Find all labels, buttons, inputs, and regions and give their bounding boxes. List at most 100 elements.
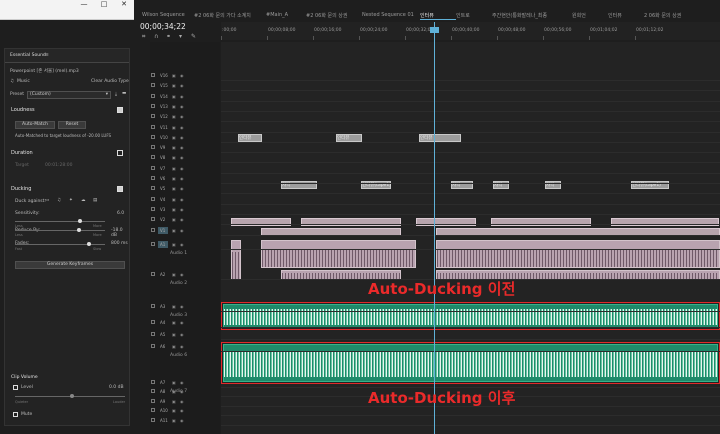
lock-icon[interactable] (151, 344, 155, 348)
wrench-icon[interactable]: ✎ (191, 33, 196, 40)
tab-sequence[interactable]: 주간현안(통화발레나_최종 (492, 12, 547, 19)
reset-button[interactable]: Reset (58, 121, 86, 129)
preset-select[interactable]: (Custom) ▾ (27, 91, 111, 99)
lock-icon[interactable] (151, 73, 155, 77)
sync-lock-icon[interactable]: ▣ (172, 135, 176, 140)
dialogue-icon[interactable]: ▭ (45, 198, 49, 203)
sync-lock-icon[interactable]: ▣ (172, 186, 176, 191)
eye-icon[interactable]: ◉ (180, 94, 184, 99)
sync-lock-icon[interactable]: ▣ (172, 332, 176, 337)
snap-icon[interactable]: ⌗ (142, 33, 145, 41)
close-button[interactable]: ✕ (114, 0, 134, 8)
video-clip[interactable]: 인터뷰 (336, 134, 362, 142)
track-header[interactable]: V12 ▣ ◉ (150, 112, 220, 121)
audio-clip[interactable] (231, 240, 241, 280)
duration-checkbox[interactable] (117, 150, 123, 156)
lock-icon[interactable] (151, 155, 155, 160)
sync-lock-icon[interactable]: ▣ (172, 166, 176, 171)
eye-icon[interactable]: ◉ (180, 135, 184, 140)
track-header[interactable]: A5 ▣ ◉ (150, 330, 220, 339)
lock-icon[interactable] (151, 399, 155, 403)
track-header[interactable]: V7 ▣ ◉ (150, 164, 220, 173)
lock-icon[interactable] (151, 206, 155, 211)
sync-lock-icon[interactable]: ▣ (172, 73, 176, 78)
track-header[interactable]: V16 ▣ ◉ (150, 71, 220, 80)
lock-icon[interactable] (151, 320, 155, 324)
eye-icon[interactable]: ◉ (180, 272, 184, 277)
tab-sequence[interactable]: #2 06화 문의 가다 소계치 (194, 12, 251, 19)
lock-icon[interactable] (151, 165, 155, 170)
music-duck-icon[interactable]: ♫ (57, 198, 61, 203)
track-header[interactable]: V6 ▣ ◉ (150, 174, 220, 183)
track-header[interactable]: A4 ▣ ◉ (150, 318, 220, 327)
sync-lock-icon[interactable]: ▣ (172, 155, 176, 160)
lock-icon[interactable] (151, 145, 155, 150)
sync-lock-icon[interactable]: ▣ (172, 272, 176, 277)
video-clip[interactable]: 인터뷰 (419, 134, 461, 142)
lock-icon[interactable] (151, 217, 155, 222)
track-header[interactable]: A8 ▣ ◉ (150, 387, 220, 396)
sync-lock-icon[interactable]: ▣ (172, 344, 176, 349)
eye-icon[interactable]: ◉ (180, 73, 184, 78)
save-preset-icon[interactable]: ⤓ (115, 91, 117, 97)
lock-icon[interactable] (151, 186, 155, 191)
sync-lock-icon[interactable]: ▣ (172, 242, 176, 247)
tab-sequence[interactable]: 원희언 (572, 12, 586, 19)
eye-icon[interactable]: ◉ (180, 242, 184, 247)
track-header[interactable]: V11 ▣ ◉ (150, 123, 220, 132)
lock-icon[interactable] (151, 176, 155, 180)
track-header[interactable]: V15 ▣ ◉ (150, 81, 220, 90)
sync-lock-icon[interactable]: ▣ (172, 380, 176, 385)
sync-lock-icon[interactable]: ▣ (172, 228, 176, 233)
video-clip[interactable]: 인터뷰 (238, 134, 262, 142)
eye-icon[interactable]: ◉ (180, 186, 184, 191)
loudness-checkbox[interactable] (117, 107, 123, 113)
lock-icon[interactable] (151, 242, 155, 246)
unassigned-icon[interactable]: ▤ (93, 198, 97, 203)
lock-icon[interactable] (151, 114, 155, 119)
track-header[interactable]: A2 ▣ ◉ (150, 270, 220, 279)
lock-icon[interactable] (151, 304, 155, 308)
level-checkbox[interactable] (13, 385, 18, 390)
marker-icon[interactable]: ▾ (179, 33, 182, 40)
eye-icon[interactable]: ◉ (180, 408, 184, 413)
tab-sequence[interactable]: #2 06화 문의 상권 (306, 12, 348, 19)
lock-icon[interactable] (151, 103, 155, 108)
sync-lock-icon[interactable]: ▣ (172, 389, 176, 394)
eye-icon[interactable]: ◉ (180, 166, 184, 171)
playhead-handle[interactable] (430, 27, 439, 33)
sync-lock-icon[interactable]: ▣ (172, 320, 176, 325)
magnet-icon[interactable]: ∩ (154, 33, 158, 40)
target-duration-value[interactable]: 00:01:28:00 (45, 163, 72, 168)
delete-preset-icon[interactable]: ▬ (122, 91, 126, 96)
ducking-checkbox[interactable] (117, 186, 123, 192)
eye-icon[interactable]: ◉ (180, 176, 184, 181)
sync-lock-icon[interactable]: ▣ (172, 197, 176, 202)
lock-icon[interactable] (151, 93, 155, 98)
level-slider[interactable] (15, 394, 125, 398)
tab-sequence[interactable]: Wilson Sequence (142, 12, 185, 18)
lock-icon[interactable] (151, 124, 155, 129)
eye-icon[interactable]: ◉ (180, 83, 184, 88)
track-header[interactable]: V10 ▣ ◉ (150, 133, 220, 142)
lock-icon[interactable] (151, 272, 155, 276)
eye-icon[interactable]: ◉ (180, 228, 184, 233)
mute-checkbox[interactable] (13, 412, 18, 417)
eye-icon[interactable]: ◉ (180, 332, 184, 337)
level-knob[interactable] (70, 394, 74, 398)
lock-icon[interactable] (151, 227, 155, 232)
track-header[interactable]: A1 ▣ ◉ (150, 240, 220, 249)
track-header[interactable]: V2 ▣ ◉ (150, 215, 220, 224)
sync-lock-icon[interactable]: ▣ (172, 304, 176, 309)
fades-knob[interactable] (87, 242, 91, 246)
sync-lock-icon[interactable]: ▣ (172, 408, 176, 413)
sync-lock-icon[interactable]: ▣ (172, 217, 176, 222)
sync-lock-icon[interactable]: ▣ (172, 125, 176, 130)
lock-icon[interactable] (151, 408, 155, 412)
eye-icon[interactable]: ◉ (180, 114, 184, 119)
eye-icon[interactable]: ◉ (180, 104, 184, 109)
eye-icon[interactable]: ◉ (180, 399, 184, 404)
track-header[interactable]: A3 ▣ ◉ (150, 302, 220, 311)
eye-icon[interactable]: ◉ (180, 217, 184, 222)
track-header[interactable]: A7 ▣ ◉ (150, 378, 220, 387)
